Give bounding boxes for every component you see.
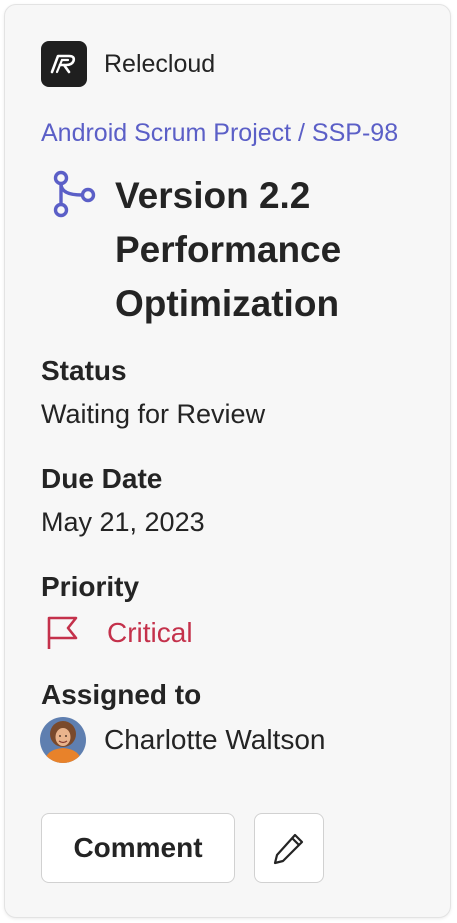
avatar <box>40 717 86 763</box>
relecloud-logo-icon <box>41 41 87 87</box>
breadcrumb[interactable]: Android Scrum Project / SSP-98 <box>41 119 398 148</box>
due-date-label: Due Date <box>41 463 163 494</box>
due-date-value: May 21, 2023 <box>41 507 205 537</box>
status-value: Waiting for Review <box>41 399 266 429</box>
brand-header: Relecloud <box>41 41 215 87</box>
comment-button[interactable]: Comment <box>41 813 235 883</box>
task-card: Relecloud Android Scrum Project / SSP-98… <box>4 4 451 918</box>
branch-icon <box>53 170 96 218</box>
pencil-icon <box>273 833 304 865</box>
edit-button[interactable] <box>254 813 324 883</box>
status-label: Status <box>41 355 127 386</box>
page-title: Version 2.2 Performance Optimization <box>115 175 342 324</box>
priority-value: Critical <box>107 617 193 648</box>
assigned-to-label: Assigned to <box>41 679 202 710</box>
priority-label: Priority <box>41 571 140 602</box>
assignee-name[interactable]: Charlotte Waltson <box>104 724 326 756</box>
priority-value-row: Critical <box>45 615 193 651</box>
flag-icon <box>47 616 78 649</box>
brand-name: Relecloud <box>104 49 216 78</box>
title-row: Version 2.2 Performance Optimization <box>41 169 405 331</box>
assignee-row: Charlotte Waltson <box>40 717 326 763</box>
